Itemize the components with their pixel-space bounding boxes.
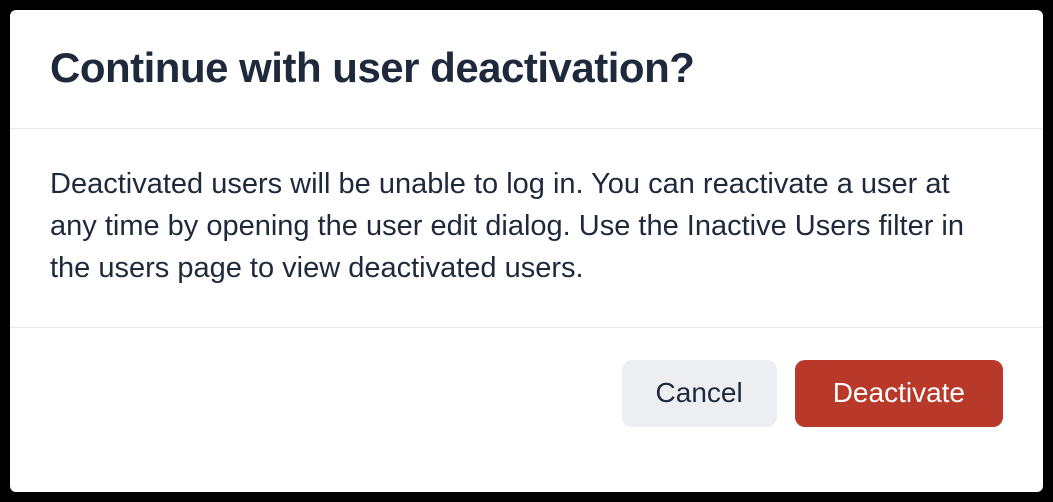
cancel-button[interactable]: Cancel: [622, 360, 777, 427]
dialog-body: Deactivated users will be unable to log …: [10, 129, 1043, 328]
dialog-title: Continue with user deactivation?: [50, 44, 1003, 92]
dialog-body-text: Deactivated users will be unable to log …: [50, 163, 1003, 289]
deactivate-button[interactable]: Deactivate: [795, 360, 1003, 427]
dialog-footer: Cancel Deactivate: [10, 328, 1043, 461]
confirm-deactivation-dialog: Continue with user deactivation? Deactiv…: [10, 10, 1043, 492]
dialog-header: Continue with user deactivation?: [10, 10, 1043, 129]
